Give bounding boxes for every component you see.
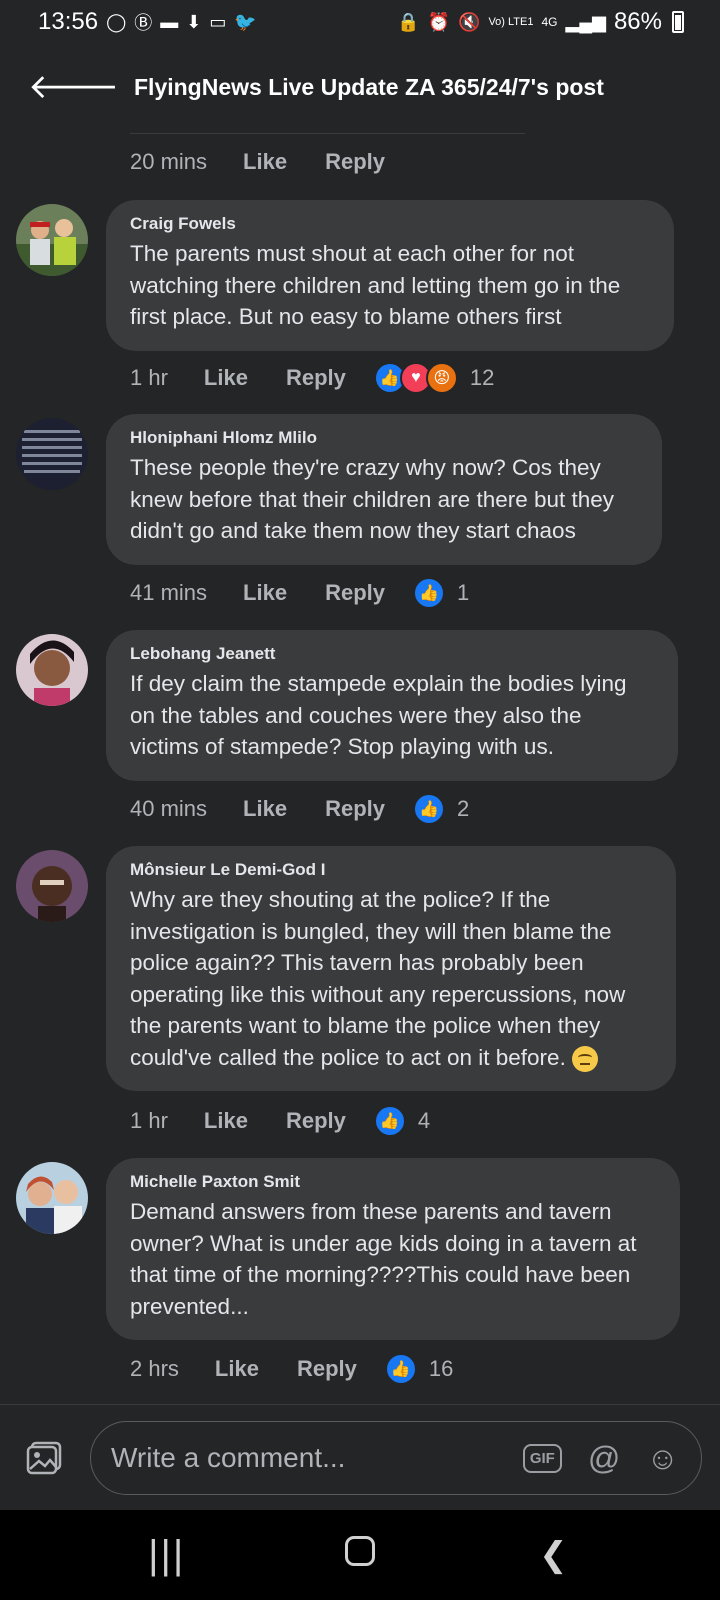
- comment-bubble[interactable]: Mônsieur Le Demi-God I Why are they shou…: [106, 846, 676, 1091]
- like-button[interactable]: Like: [243, 149, 287, 175]
- gif-icon[interactable]: GIF: [522, 1443, 562, 1473]
- comment-time: 1 hr: [130, 365, 168, 390]
- comment-author[interactable]: Michelle Paxton Smit: [130, 1172, 658, 1192]
- whatsapp-icon: ◯: [106, 11, 127, 32]
- comment-actions: 41 mins Like Reply 👍 1: [130, 577, 469, 609]
- like-button[interactable]: Like: [204, 1108, 248, 1134]
- like-button[interactable]: Like: [243, 796, 287, 822]
- comment-item: Lebohang Jeanett If dey claim the stampe…: [16, 630, 678, 781]
- mention-icon[interactable]: @: [588, 1440, 620, 1477]
- reply-button[interactable]: Reply: [286, 1108, 346, 1134]
- mute-icon: 🔇: [458, 11, 481, 32]
- comment-item: Hloniphani Hlomz Mlilo These people they…: [16, 414, 662, 565]
- comment-time: 2 hrs: [130, 1356, 179, 1381]
- reaction-count: 2: [457, 796, 470, 821]
- avatar[interactable]: [16, 1162, 88, 1234]
- back-nav-icon[interactable]: ❮: [513, 1535, 593, 1575]
- reply-button[interactable]: Reply: [325, 580, 385, 606]
- comment-author[interactable]: Mônsieur Le Demi-God I: [130, 860, 654, 880]
- comment-text: Demand answers from these parents and ta…: [130, 1199, 637, 1319]
- comment-item: Mônsieur Le Demi-God I Why are they shou…: [16, 846, 676, 1091]
- like-reaction-icon: 👍: [384, 1353, 417, 1385]
- comment-text: These people they're crazy why now? Cos …: [130, 455, 615, 543]
- prev-comment-actions: 20 mins Like Reply: [130, 146, 423, 178]
- photo-icon[interactable]: [26, 1441, 62, 1475]
- comment-actions: 2 hrs Like Reply 👍 16: [130, 1353, 453, 1385]
- like-button[interactable]: Like: [204, 365, 248, 391]
- reaction-summary[interactable]: 👍 1: [413, 577, 469, 609]
- reaction-summary[interactable]: 👍 16: [384, 1353, 454, 1385]
- reaction-summary[interactable]: 👍 4: [373, 1105, 431, 1137]
- avatar[interactable]: [16, 418, 88, 490]
- like-reaction-icon: 👍: [413, 577, 445, 609]
- like-button[interactable]: Like: [243, 580, 287, 606]
- page-title: FlyingNews Live Update ZA 365/24/7's pos…: [134, 73, 604, 100]
- reply-button[interactable]: Reply: [286, 365, 346, 391]
- home-icon: [344, 1535, 375, 1566]
- emoji-icon[interactable]: ☺: [646, 1440, 679, 1477]
- reply-button[interactable]: Reply: [325, 149, 385, 175]
- comment-actions: 40 mins Like Reply 👍 2: [130, 793, 469, 825]
- comment-bubble[interactable]: Lebohang Jeanett If dey claim the stampe…: [106, 630, 678, 781]
- comment-item: Michelle Paxton Smit Demand answers from…: [16, 1158, 680, 1340]
- battery-icon: [672, 11, 684, 33]
- reaction-count: 16: [428, 1356, 454, 1381]
- reaction-count: 12: [469, 365, 495, 390]
- divider: [130, 133, 525, 134]
- network-type: 4G: [541, 15, 558, 29]
- comment-input[interactable]: Write a comment... GIF @ ☺: [90, 1421, 702, 1495]
- comment-actions: 1 hr Like Reply 👍 ♥ 😡 12: [130, 362, 494, 394]
- reply-button[interactable]: Reply: [297, 1356, 357, 1382]
- comment-item: Craig Fowels The parents must shout at e…: [16, 200, 674, 351]
- reaction-count: 1: [457, 580, 470, 605]
- comment-time: 1 hr: [130, 1108, 168, 1133]
- comment-text: If dey claim the stampede explain the bo…: [130, 671, 627, 759]
- angry-reaction-icon: 😡: [425, 362, 458, 394]
- comment-bubble[interactable]: Craig Fowels The parents must shout at e…: [106, 200, 674, 351]
- comment-text-content: Why are they shouting at the police? If …: [130, 887, 626, 1070]
- screen-icon: ▭: [209, 11, 227, 32]
- avatar[interactable]: [16, 204, 88, 276]
- back-arrow-icon[interactable]: 🡐: [28, 70, 119, 104]
- like-button[interactable]: Like: [215, 1356, 259, 1382]
- comment-actions: 1 hr Like Reply 👍 4: [130, 1105, 430, 1137]
- comment-author[interactable]: Lebohang Jeanett: [130, 644, 656, 664]
- comment-author[interactable]: Hloniphani Hlomz Mlilo: [130, 428, 640, 448]
- comment-time: 41 mins: [130, 580, 208, 605]
- comment-text: The parents must shout at each other for…: [130, 241, 621, 329]
- reaction-count: 4: [417, 1108, 431, 1133]
- home-button[interactable]: [320, 1535, 400, 1575]
- reaction-summary[interactable]: 👍 ♥ 😡 12: [373, 362, 495, 394]
- status-bar: 13:56 ◯ Ⓑ ▬ ⬇ ▭ 🐦 🔒 ⏰ 🔇 Vo) LTE1 4G ▂▄▆ …: [0, 0, 720, 44]
- header: 🡐 FlyingNews Live Update ZA 365/24/7's p…: [0, 44, 720, 130]
- status-time: 13:56: [38, 8, 99, 35]
- like-reaction-icon: 👍: [413, 793, 445, 825]
- comment-placeholder: Write a comment...: [111, 1442, 346, 1473]
- car-icon: ▬: [160, 11, 179, 32]
- reaction-summary[interactable]: 👍 2: [413, 793, 469, 825]
- comment-text: Why are they shouting at the police? If …: [130, 884, 654, 1073]
- rolling-eyes-emoji-icon: [572, 1045, 599, 1072]
- comment-time: 40 mins: [130, 796, 208, 821]
- comment-bubble[interactable]: Hloniphani Hlomz Mlilo These people they…: [106, 414, 662, 565]
- alarm-icon: ⏰: [427, 11, 451, 32]
- like-reaction-icon: 👍: [373, 1105, 406, 1137]
- signal-icon: ▂▄▆: [565, 11, 606, 32]
- reply-button[interactable]: Reply: [325, 796, 385, 822]
- volte-label: Vo) LTE1: [488, 16, 534, 28]
- comment-composer-bar: Write a comment... GIF @ ☺: [0, 1404, 720, 1510]
- download-icon: ⬇: [186, 11, 202, 32]
- twitter-icon: 🐦: [234, 11, 257, 32]
- navigation-bar: ||| ❮: [0, 1510, 720, 1600]
- comment-bubble[interactable]: Michelle Paxton Smit Demand answers from…: [106, 1158, 680, 1340]
- b-app-icon: Ⓑ: [134, 13, 153, 33]
- comment-author[interactable]: Craig Fowels: [130, 214, 652, 234]
- recent-apps-icon[interactable]: |||: [127, 1533, 207, 1578]
- avatar[interactable]: [16, 634, 88, 706]
- battery-percent: 86%: [613, 8, 662, 35]
- lock-icon: 🔒: [397, 11, 420, 32]
- avatar[interactable]: [16, 850, 88, 922]
- comment-time: 20 mins: [130, 149, 208, 174]
